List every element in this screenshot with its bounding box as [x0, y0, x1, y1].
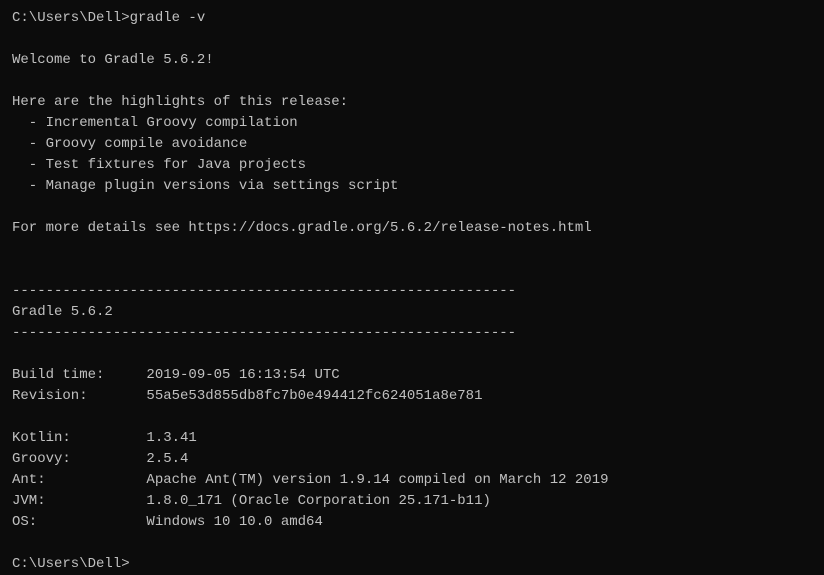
blank-line-7 — [12, 407, 812, 428]
gradle-version-line: Gradle 5.6.2 — [12, 302, 812, 323]
blank-line-2 — [12, 71, 812, 92]
separator-2: ----------------------------------------… — [12, 323, 812, 344]
os-line: OS: Windows 10 10.0 amd64 — [12, 512, 812, 533]
details-line: For more details see https://docs.gradle… — [12, 218, 812, 239]
highlight-1: - Incremental Groovy compilation — [12, 113, 812, 134]
welcome-line: Welcome to Gradle 5.6.2! — [12, 50, 812, 71]
prompt-2: C:\Users\Dell> — [12, 554, 812, 575]
jvm-line: JVM: 1.8.0_171 (Oracle Corporation 25.17… — [12, 491, 812, 512]
blank-line-5 — [12, 260, 812, 281]
highlights-header: Here are the highlights of this release: — [12, 92, 812, 113]
highlight-2: - Groovy compile avoidance — [12, 134, 812, 155]
blank-line-6 — [12, 344, 812, 365]
command-line: C:\Users\Dell>gradle -v — [12, 8, 812, 29]
terminal-window: C:\Users\Dell>gradle -v Welcome to Gradl… — [12, 8, 812, 534]
kotlin-line: Kotlin: 1.3.41 — [12, 428, 812, 449]
separator-1: ----------------------------------------… — [12, 281, 812, 302]
groovy-line: Groovy: 2.5.4 — [12, 449, 812, 470]
blank-line-1 — [12, 29, 812, 50]
blank-line-4 — [12, 239, 812, 260]
build-time-line: Build time: 2019-09-05 16:13:54 UTC — [12, 365, 812, 386]
ant-line: Ant: Apache Ant(TM) version 1.9.14 compi… — [12, 470, 812, 491]
revision-line: Revision: 55a5e53d855db8fc7b0e494412fc62… — [12, 386, 812, 407]
highlight-4: - Manage plugin versions via settings sc… — [12, 176, 812, 197]
blank-line-8 — [12, 533, 812, 554]
blank-line-3 — [12, 197, 812, 218]
highlight-3: - Test fixtures for Java projects — [12, 155, 812, 176]
